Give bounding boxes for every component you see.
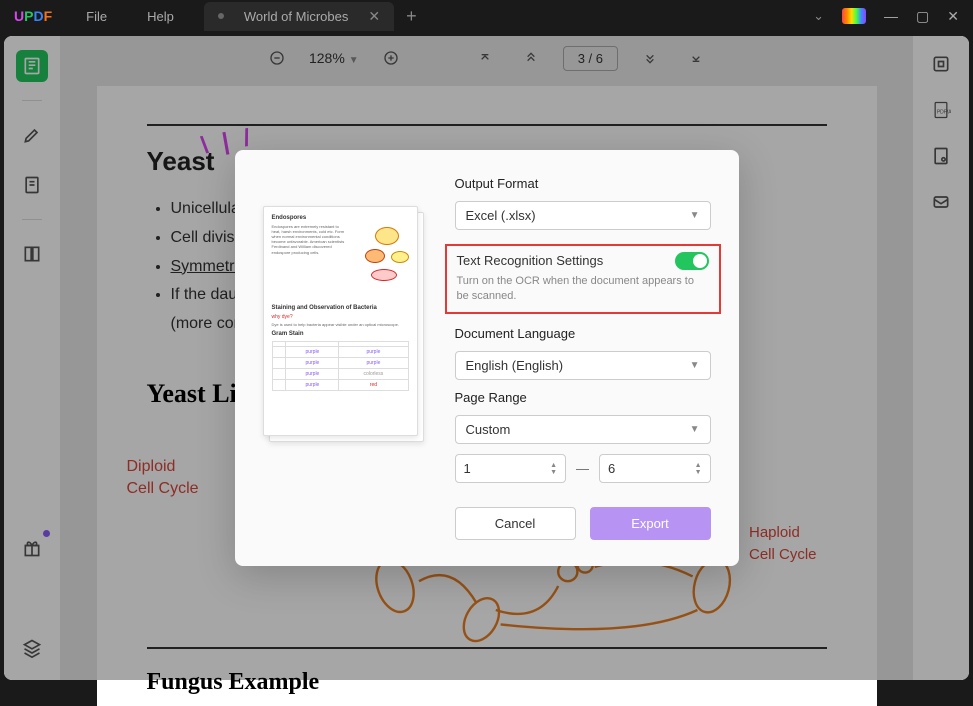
app-logo: UPDF	[0, 8, 66, 24]
minimize-button[interactable]: —	[884, 8, 898, 24]
spin-up-icon[interactable]: ▲	[550, 462, 557, 469]
title-bar: UPDF File Help World of Microbes ✕ + ⌄ —…	[0, 0, 973, 32]
page-to-input[interactable]: 6 ▲▼	[599, 454, 711, 483]
ocr-settings-highlight: Text Recognition Settings Turn on the OC…	[445, 244, 721, 315]
maximize-button[interactable]: ▢	[916, 8, 929, 25]
language-label: Document Language	[455, 326, 711, 341]
ocr-description: Turn on the OCR when the document appear…	[457, 274, 709, 305]
document-tab[interactable]: World of Microbes ✕	[204, 2, 394, 31]
menu-help[interactable]: Help	[127, 9, 194, 24]
output-format-select[interactable]: Excel (.xlsx) ▼	[455, 201, 711, 230]
tab-title: World of Microbes	[244, 9, 349, 24]
chevron-down-icon: ▼	[690, 424, 700, 435]
spin-down-icon[interactable]: ▼	[550, 469, 557, 476]
cancel-button[interactable]: Cancel	[455, 507, 576, 540]
export-dialog: Endospores Endospores are extremely resi…	[235, 150, 739, 567]
chevron-down-icon: ▼	[690, 360, 700, 371]
tab-indicator-icon	[218, 13, 224, 19]
chevron-down-icon: ▼	[690, 210, 700, 221]
add-tab-button[interactable]: +	[406, 6, 417, 27]
close-window-button[interactable]: ✕	[947, 8, 959, 25]
menu-file[interactable]: File	[66, 9, 127, 24]
ocr-settings-label: Text Recognition Settings	[457, 253, 604, 268]
language-select[interactable]: English (English) ▼	[455, 351, 711, 380]
output-format-label: Output Format	[455, 176, 711, 191]
main-area: 128%▼ 3 / 6 Yeast \ | / Unicellular fung…	[4, 36, 969, 680]
spin-up-icon[interactable]: ▲	[695, 462, 702, 469]
page-range-label: Page Range	[455, 390, 711, 405]
modal-overlay: Endospores Endospores are extremely resi…	[4, 36, 969, 680]
theme-icon[interactable]	[842, 8, 866, 24]
spin-down-icon[interactable]: ▼	[695, 469, 702, 476]
range-dash: —	[576, 461, 589, 476]
export-form: Output Format Excel (.xlsx) ▼ Text Recog…	[455, 176, 711, 541]
chevron-down-icon[interactable]: ⌄	[813, 8, 824, 24]
page-from-input[interactable]: 1 ▲▼	[455, 454, 567, 483]
toggle-knob-icon	[693, 254, 707, 268]
page-range-select[interactable]: Custom ▼	[455, 415, 711, 444]
export-button[interactable]: Export	[590, 507, 711, 540]
page-thumbnail: Endospores Endospores are extremely resi…	[263, 176, 425, 541]
close-tab-icon[interactable]: ✕	[368, 8, 380, 25]
ocr-toggle[interactable]	[675, 252, 709, 270]
